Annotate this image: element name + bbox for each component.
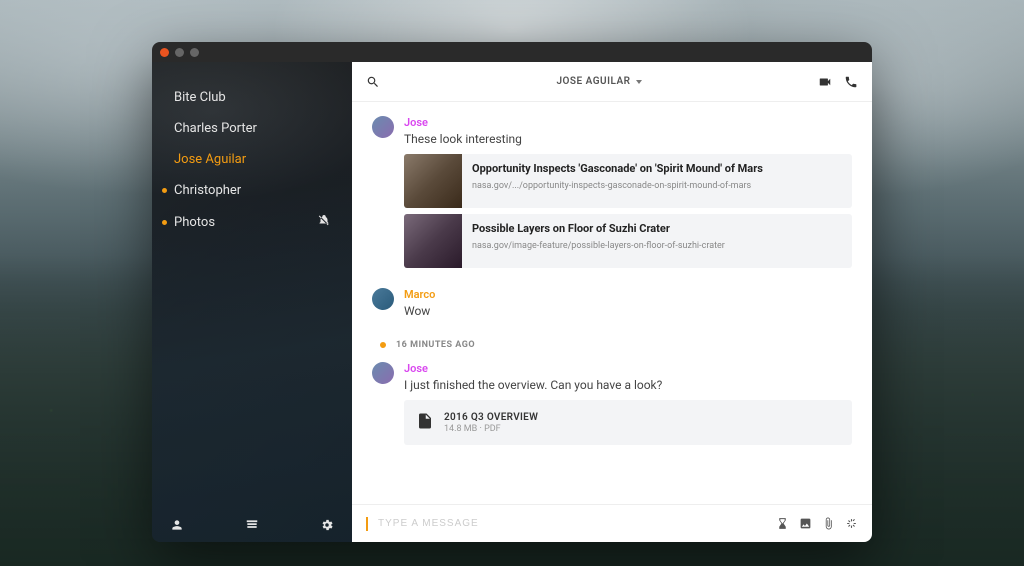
image-icon[interactable]	[799, 517, 812, 530]
sidebar-item-label: Christopher	[174, 183, 241, 198]
link-preview-card[interactable]: Possible Layers on Floor of Suzhi Crater…	[404, 214, 852, 268]
sender-name: Jose	[404, 116, 852, 129]
archive-icon[interactable]	[245, 518, 259, 532]
link-title: Opportunity Inspects 'Gasconade' on 'Spi…	[472, 162, 763, 177]
message-group: Marco Wow	[372, 288, 852, 326]
link-preview-card[interactable]: Opportunity Inspects 'Gasconade' on 'Spi…	[404, 154, 852, 208]
sidebar-item-label: Bite Club	[174, 90, 226, 105]
sidebar-item-charles-porter[interactable]: Charles Porter	[152, 113, 352, 144]
composer	[352, 504, 872, 542]
video-call-icon[interactable]	[818, 75, 832, 89]
window-close-button[interactable]	[160, 48, 169, 57]
more-actions-icon[interactable]	[845, 517, 858, 530]
message-content: Jose These look interesting Opportunity …	[404, 116, 852, 274]
search-icon[interactable]	[366, 75, 380, 89]
avatar[interactable]	[372, 116, 394, 138]
window-titlebar	[152, 42, 872, 62]
link-url: nasa.gov/image-feature/possible-layers-o…	[472, 241, 725, 251]
sidebar-item-photos[interactable]: Photos	[152, 206, 352, 238]
time-divider-label: 16 MINUTES AGO	[396, 340, 475, 350]
sidebar-bottom-bar	[152, 508, 352, 542]
link-title: Possible Layers on Floor of Suzhi Crater	[472, 222, 725, 237]
message-content: Jose I just finished the overview. Can y…	[404, 362, 852, 445]
message-text: I just finished the overview. Can you ha…	[404, 378, 852, 392]
chat-title-dropdown[interactable]: JOSE AGUILAR	[392, 76, 806, 87]
sidebar-item-label: Photos	[174, 215, 215, 230]
contacts-icon[interactable]	[170, 518, 184, 532]
window-maximize-button[interactable]	[190, 48, 199, 57]
mute-icon	[318, 214, 330, 230]
message-content: Marco Wow	[404, 288, 852, 326]
message-input[interactable]	[378, 518, 766, 529]
window-minimize-button[interactable]	[175, 48, 184, 57]
file-attachment-card[interactable]: 2016 Q3 OVERVIEW 14.8 MB · PDF	[404, 400, 852, 445]
chat-body: Jose These look interesting Opportunity …	[352, 102, 872, 504]
link-thumbnail	[404, 154, 462, 208]
app-body: Bite Club Charles Porter Jose Aguilar Ch…	[152, 62, 872, 542]
sender-name: Marco	[404, 288, 852, 301]
link-thumbnail	[404, 214, 462, 268]
time-divider: 16 MINUTES AGO	[372, 340, 852, 350]
file-meta: 14.8 MB · PDF	[444, 424, 538, 434]
settings-icon[interactable]	[320, 518, 334, 532]
file-name: 2016 Q3 OVERVIEW	[444, 412, 538, 423]
chat-title: JOSE AGUILAR	[556, 76, 630, 87]
avatar[interactable]	[372, 288, 394, 310]
sidebar-item-christopher[interactable]: Christopher	[152, 175, 352, 206]
chat-header: JOSE AGUILAR	[352, 62, 872, 102]
chevron-down-icon	[636, 80, 642, 84]
file-icon	[416, 410, 434, 435]
sidebar-item-bite-club[interactable]: Bite Club	[152, 82, 352, 113]
composer-accent-bar	[366, 517, 368, 531]
unread-indicator-icon	[162, 188, 167, 193]
sidebar-item-jose-aguilar[interactable]: Jose Aguilar	[152, 144, 352, 175]
message-text: These look interesting	[404, 132, 852, 146]
sidebar-item-label: Jose Aguilar	[174, 152, 246, 167]
main-pane: JOSE AGUILAR Jose These look interesting	[352, 62, 872, 542]
message-group: Jose These look interesting Opportunity …	[372, 116, 852, 274]
timer-icon[interactable]	[776, 517, 789, 530]
message-text: Wow	[404, 304, 852, 318]
time-divider-dot-icon	[380, 342, 386, 348]
attachment-icon[interactable]	[822, 517, 835, 530]
voice-call-icon[interactable]	[844, 75, 858, 89]
sender-name: Jose	[404, 362, 852, 375]
sidebar-item-label: Charles Porter	[174, 121, 257, 136]
unread-indicator-icon	[162, 220, 167, 225]
message-group: Jose I just finished the overview. Can y…	[372, 362, 852, 445]
avatar[interactable]	[372, 362, 394, 384]
conversation-list: Bite Club Charles Porter Jose Aguilar Ch…	[152, 62, 352, 508]
sidebar: Bite Club Charles Porter Jose Aguilar Ch…	[152, 62, 352, 542]
chat-app-window: Bite Club Charles Porter Jose Aguilar Ch…	[152, 42, 872, 542]
link-url: nasa.gov/.../opportunity-inspects-gascon…	[472, 181, 763, 191]
